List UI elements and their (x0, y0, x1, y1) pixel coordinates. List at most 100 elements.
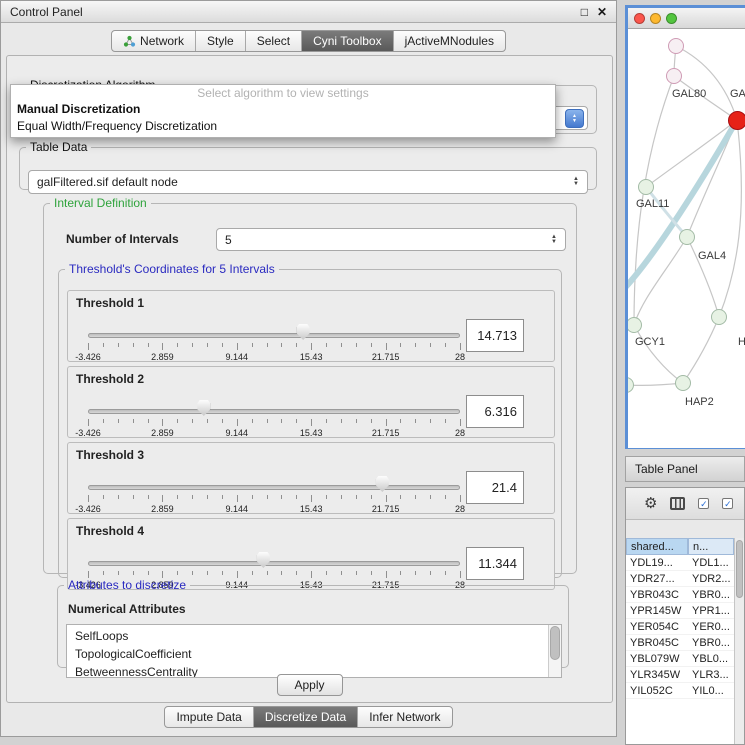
table-cell[interactable]: YPR1... (688, 603, 734, 618)
table-row[interactable]: YLR345WYLR3... (626, 667, 734, 683)
table-row[interactable]: YBR045CYBR0... (626, 635, 734, 651)
settings-gear-icon[interactable]: ⚙ (644, 496, 657, 511)
attributes-scrollbar-thumb[interactable] (550, 626, 560, 660)
network-icon (123, 35, 136, 48)
attributes-list[interactable]: SelfLoopsTopologicalCoefficientBetweenne… (66, 624, 562, 678)
table-row[interactable]: YER054CYER0... (626, 619, 734, 635)
network-node[interactable] (675, 375, 691, 391)
attribute-item-topologicalcoefficient[interactable]: TopologicalCoefficient (67, 645, 561, 663)
table-cell[interactable]: YBL0... (688, 651, 734, 666)
table-cell[interactable]: YBR0... (688, 587, 734, 602)
threshold-value-field[interactable]: 21.4 (466, 471, 524, 504)
table-row[interactable]: YDR27...YDR2... (626, 571, 734, 587)
select-column-checkbox[interactable]: ✓ (722, 498, 733, 509)
table-row[interactable]: YPR145WYPR1... (626, 603, 734, 619)
table-cell[interactable]: YDR2... (688, 571, 734, 586)
network-titlebar[interactable] (628, 8, 745, 29)
threshold-slider[interactable]: -3.4262.8599.14415.4321.71528 (88, 397, 460, 437)
table-cell[interactable]: YDL1... (688, 555, 734, 570)
bottom-tab-discretize-data[interactable]: Discretize Data (254, 707, 358, 727)
tick-mark (311, 343, 312, 350)
tick-mark (371, 571, 372, 575)
float-window-icon[interactable]: □ (581, 5, 588, 19)
table-scrollbar[interactable] (734, 538, 744, 744)
tick-mark (148, 419, 149, 423)
window-minimize-button[interactable] (650, 13, 661, 24)
slider-track[interactable] (88, 333, 460, 338)
table-cell[interactable]: YBR0... (688, 635, 734, 650)
algorithm-dropdown-button[interactable]: ▲ ▼ (565, 109, 584, 128)
network-node[interactable] (666, 68, 682, 84)
tick-mark (341, 419, 342, 423)
apply-button[interactable]: Apply (277, 674, 343, 696)
tick-mark (207, 495, 208, 499)
tab-cyni-toolbox[interactable]: Cyni Toolbox (302, 31, 393, 51)
threshold-value-field[interactable]: 11.344 (466, 547, 524, 580)
slider-track[interactable] (88, 561, 460, 566)
table-row[interactable]: YBR043CYBR0... (626, 587, 734, 603)
column-header-1[interactable]: n... (688, 538, 734, 555)
table-data-group: Table Data galFiltered.sif default node … (19, 140, 597, 190)
algorithm-option-equal-width-frequency-discretization[interactable]: Equal Width/Frequency Discretization (11, 118, 555, 135)
number-of-intervals-combobox[interactable]: 5 ▲ ▼ (216, 228, 566, 251)
bottom-tab-infer-network[interactable]: Infer Network (358, 707, 451, 727)
algorithm-dropdown-list: Select algorithm to view settings Manual… (10, 84, 556, 138)
tick-mark (386, 419, 387, 426)
bottom-tab-impute-data[interactable]: Impute Data (165, 707, 253, 727)
threshold-value-field[interactable]: 6.316 (466, 395, 524, 428)
table-cell[interactable]: YPR145W (626, 603, 688, 618)
table-cell[interactable]: YBL079W (626, 651, 688, 666)
table-cell[interactable]: YDL19... (626, 555, 688, 570)
table-data-value: galFiltered.sif default node (37, 175, 178, 189)
numerical-attributes-label: Numerical Attributes (68, 602, 186, 616)
table-cell[interactable]: YER0... (688, 619, 734, 634)
attribute-item-selfloops[interactable]: SelfLoops (67, 627, 561, 645)
table-scrollbar-thumb[interactable] (736, 540, 743, 598)
table-cell[interactable]: YBR045C (626, 635, 688, 650)
table-data-combobox[interactable]: galFiltered.sif default node ▲ ▼ (28, 170, 588, 194)
table-cell[interactable]: YER054C (626, 619, 688, 634)
slider-track[interactable] (88, 409, 460, 414)
tab-label: Cyni Toolbox (313, 34, 381, 48)
slider-track[interactable] (88, 485, 460, 490)
table-row[interactable]: YDL19...YDL1... (626, 555, 734, 571)
tab-jactivemnodules[interactable]: jActiveMNodules (394, 31, 505, 51)
tab-network[interactable]: Network (112, 31, 196, 51)
window-zoom-button[interactable] (666, 13, 677, 24)
tick-mark (311, 571, 312, 578)
table-row[interactable]: YBL079WYBL0... (626, 651, 734, 667)
attributes-scrollbar[interactable] (548, 625, 561, 677)
close-window-icon[interactable]: ✕ (597, 5, 607, 19)
control-panel-titlebar[interactable]: Control Panel □ ✕ (1, 1, 616, 23)
table-cell[interactable]: YIL0... (688, 683, 734, 698)
table-header-row: shared...n... (626, 538, 734, 555)
network-node[interactable] (711, 309, 727, 325)
tick-mark (118, 343, 119, 347)
table-cell[interactable]: YBR043C (626, 587, 688, 602)
table-row[interactable]: YIL052CYIL0... (626, 683, 734, 699)
threshold-label: Threshold 4 (76, 524, 144, 538)
column-header-0[interactable]: shared... (626, 538, 688, 555)
select-all-checkbox[interactable]: ✓ (698, 498, 709, 509)
tab-style[interactable]: Style (196, 31, 246, 51)
table-cell[interactable]: YLR3... (688, 667, 734, 682)
table-cell[interactable]: YDR27... (626, 571, 688, 586)
tick-mark (118, 571, 119, 575)
network-node[interactable] (638, 179, 654, 195)
table-cell[interactable]: YLR345W (626, 667, 688, 682)
network-node[interactable] (728, 111, 745, 130)
algorithm-option-manual-discretization[interactable]: Manual Discretization (11, 101, 555, 118)
threshold-value-field[interactable]: 14.713 (466, 319, 524, 352)
window-close-button[interactable] (634, 13, 645, 24)
columns-icon[interactable] (670, 497, 685, 510)
network-node[interactable] (668, 38, 684, 54)
tick-mark (252, 571, 253, 575)
table-cell[interactable]: YIL052C (626, 683, 688, 698)
tab-select[interactable]: Select (246, 31, 302, 51)
interval-definition-group: Interval Definition Number of Intervals … (43, 196, 577, 574)
threshold-slider[interactable]: -3.4262.8599.14415.4321.71528 (88, 321, 460, 361)
node-label-gcy1: GCY1 (635, 336, 665, 348)
tick-mark (88, 571, 89, 578)
threshold-slider[interactable]: -3.4262.8599.14415.4321.71528 (88, 473, 460, 513)
network-node[interactable] (679, 229, 695, 245)
